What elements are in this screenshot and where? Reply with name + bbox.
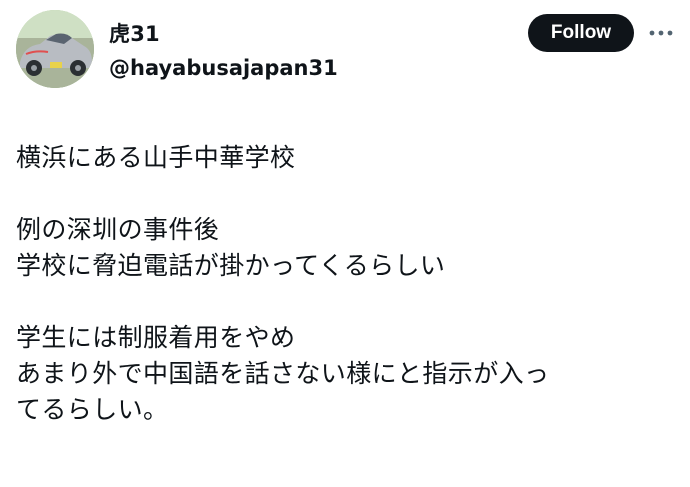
- tweet-paragraph: 学生には制服着用をやめ あまり外で中国語を話さない様にと指示が入っ てるらしい。: [16, 320, 676, 428]
- tweet-line: てるらしい。: [16, 395, 169, 424]
- avatar[interactable]: [16, 10, 94, 88]
- tweet-card: 虎31 @hayabusajapan31 Follow 横浜にある山手中華学校 …: [0, 0, 690, 487]
- author-handle[interactable]: @hayabusajapan31: [109, 54, 338, 82]
- author-display-name[interactable]: 虎31: [109, 20, 338, 48]
- tweet-line: あまり外で中国語を話さない様にと指示が入っ: [16, 359, 550, 388]
- car-photo-avatar-icon: [16, 10, 94, 88]
- tweet-text: 横浜にある山手中華学校 例の深圳の事件後 学校に脅迫電話が掛かってくるらしい 学…: [16, 140, 676, 428]
- tweet-paragraph: 横浜にある山手中華学校: [16, 140, 676, 176]
- more-options-button[interactable]: [646, 20, 676, 46]
- author-info: 虎31 @hayabusajapan31: [109, 20, 338, 82]
- tweet-line: 横浜にある山手中華学校: [16, 143, 296, 172]
- tweet-line: 学生には制服着用をやめ: [16, 323, 296, 352]
- tweet-line: 例の深圳の事件後: [16, 215, 220, 244]
- follow-button[interactable]: Follow: [528, 14, 634, 52]
- more-dots-icon: [649, 30, 673, 36]
- tweet-line: 学校に脅迫電話が掛かってくるらしい: [16, 251, 446, 280]
- tweet-paragraph: 例の深圳の事件後 学校に脅迫電話が掛かってくるらしい: [16, 212, 676, 284]
